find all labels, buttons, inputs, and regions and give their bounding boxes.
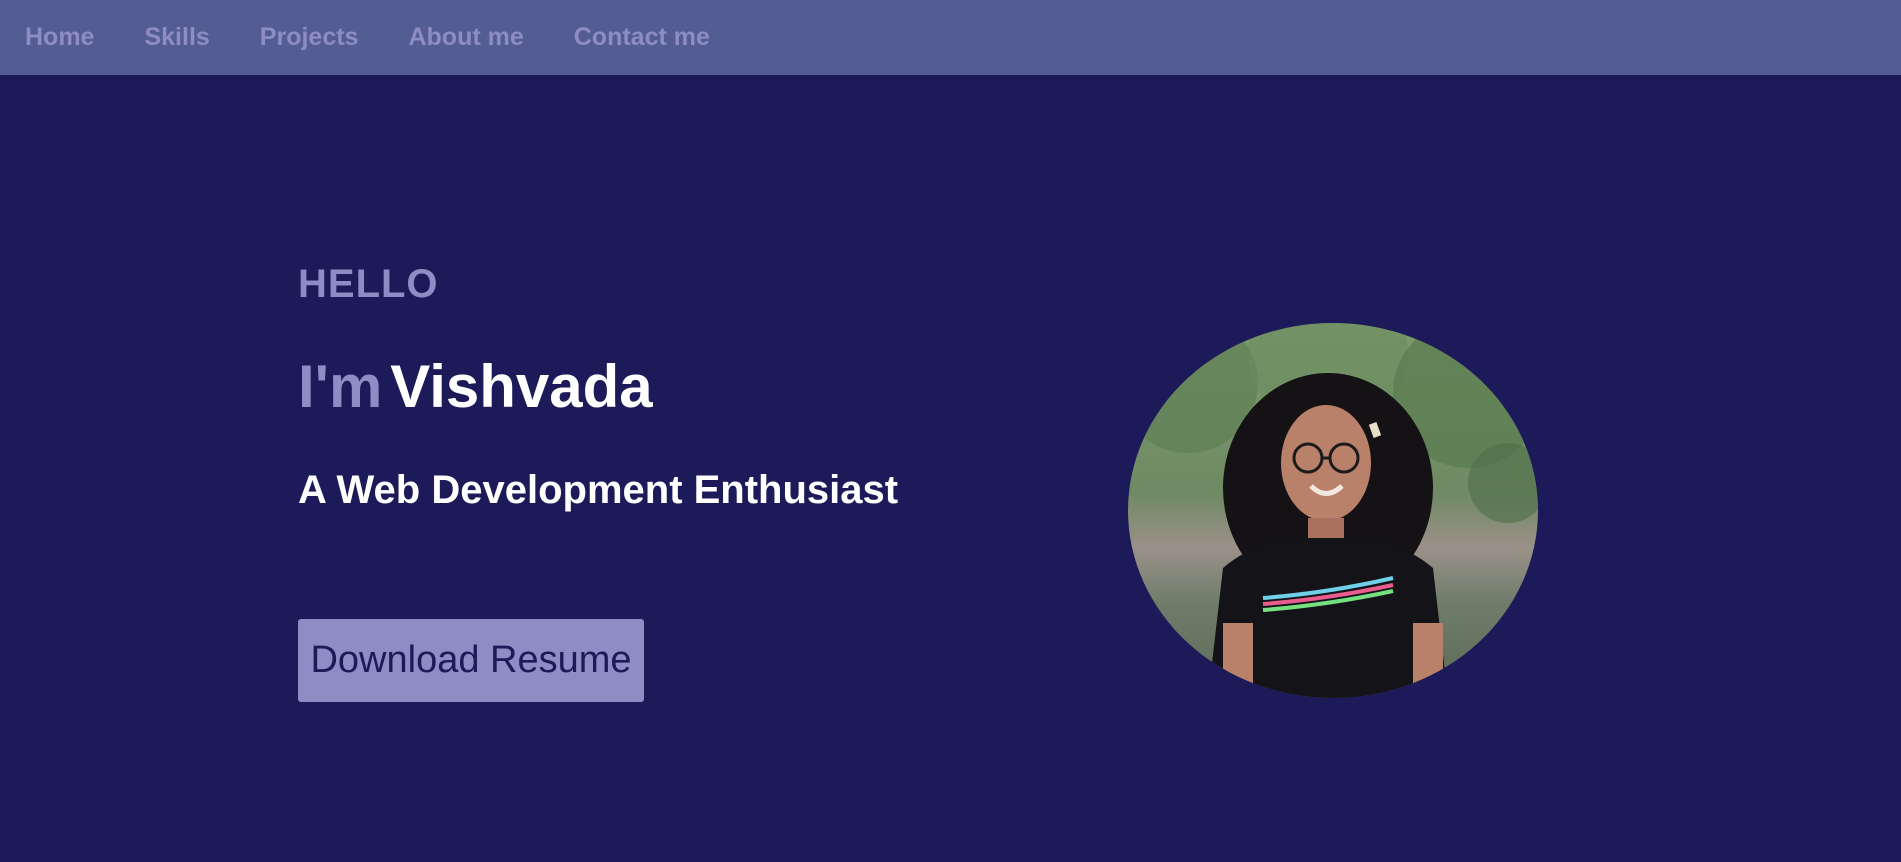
hero-greeting: HELLO (298, 262, 439, 306)
nav-contact-link[interactable]: Contact me (574, 23, 710, 52)
hero-name: Vishvada (390, 353, 653, 420)
nav-skills-link[interactable]: Skills (144, 23, 209, 52)
hero-prefix: I'm (298, 353, 383, 420)
nav-projects-link[interactable]: Projects (260, 23, 359, 52)
hero-section (0, 75, 1901, 862)
hero-heading: I'm Vishvada (298, 352, 653, 421)
navbar: Home Skills Projects About me Contact me (0, 0, 1901, 75)
profile-photo (1128, 323, 1538, 698)
download-resume-button[interactable]: Download Resume (298, 619, 644, 702)
nav-home-link[interactable]: Home (25, 23, 94, 52)
hero-tagline: A Web Development Enthusiast (298, 468, 899, 512)
nav-about-link[interactable]: About me (408, 23, 523, 52)
